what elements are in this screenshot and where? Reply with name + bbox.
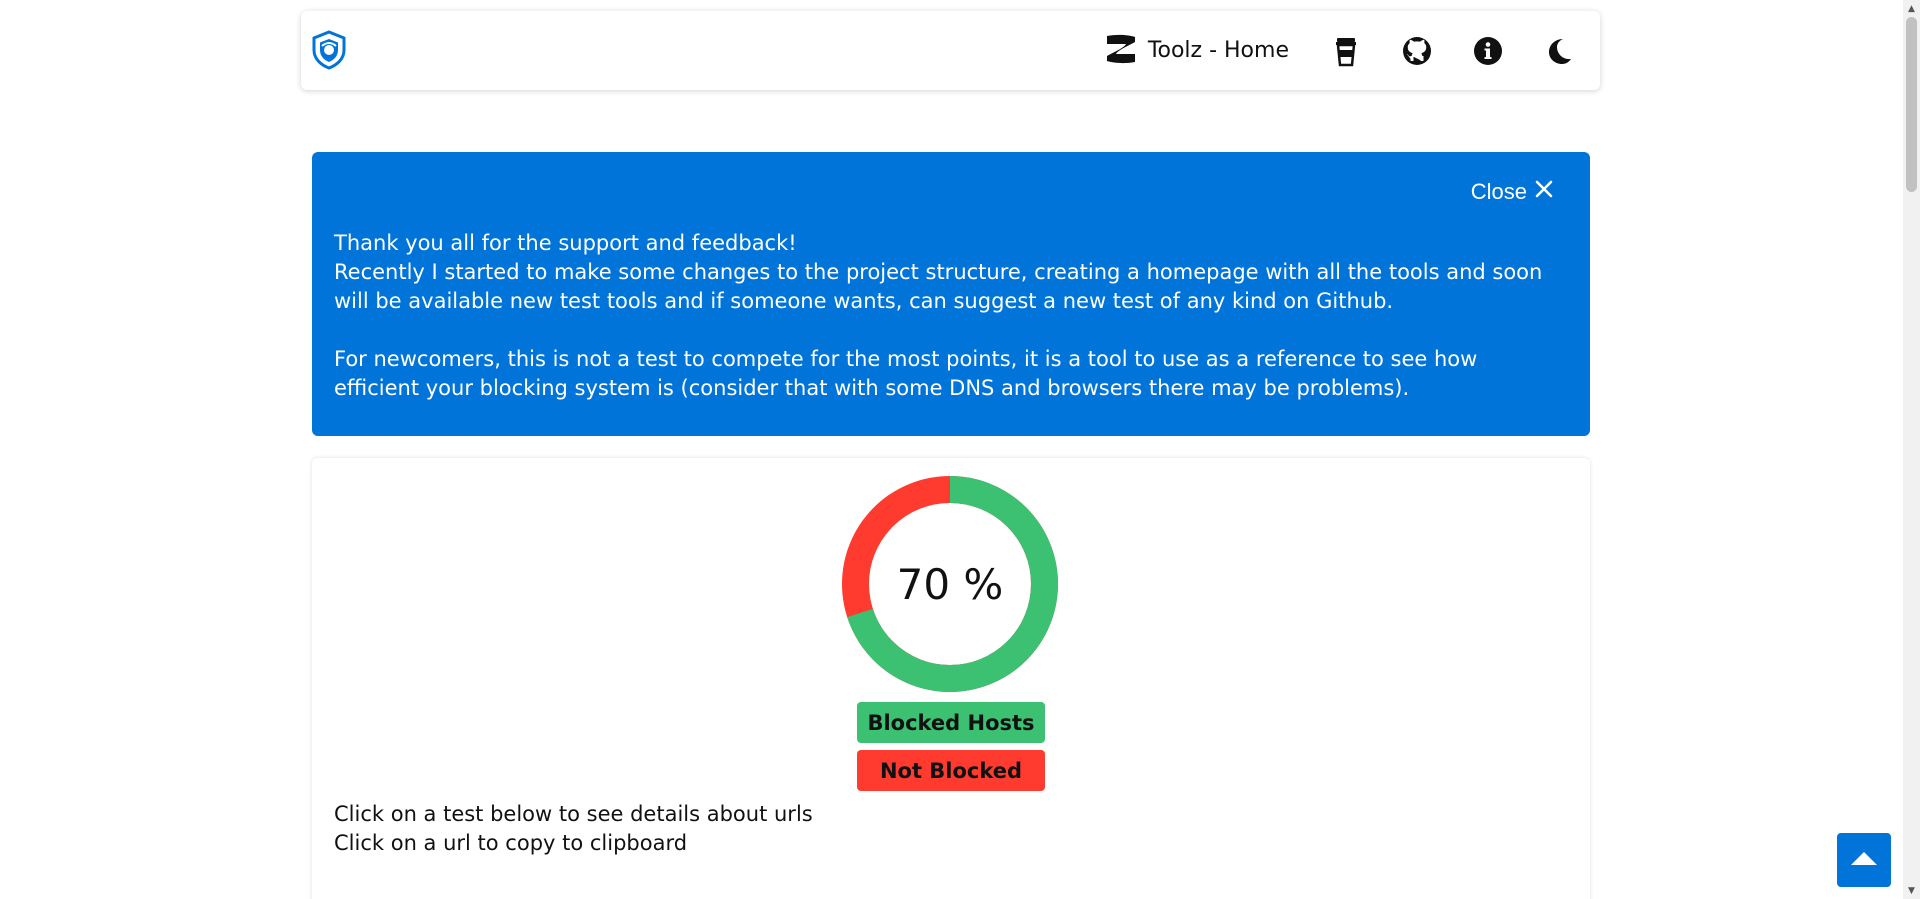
github-icon[interactable] bbox=[1398, 32, 1436, 70]
result-card: 70 % Blocked Hosts Not Blocked Click on … bbox=[312, 458, 1590, 899]
page-scrollbar[interactable]: ▲ ▼ bbox=[1903, 0, 1920, 899]
instruction-copy-url: Click on a url to copy to clipboard bbox=[334, 831, 688, 855]
blocked-hosts-button[interactable]: Blocked Hosts bbox=[857, 702, 1045, 743]
instruction-test-details: Click on a test below to see details abo… bbox=[334, 802, 813, 826]
score-percent: 70 % bbox=[896, 559, 1004, 609]
close-button[interactable]: Close bbox=[1471, 178, 1555, 206]
score-donut-chart: 70 % bbox=[842, 476, 1058, 692]
back-to-top-button[interactable] bbox=[1837, 833, 1891, 887]
close-icon bbox=[1533, 178, 1555, 206]
scroll-up-arrow-icon[interactable]: ▲ bbox=[1903, 0, 1920, 17]
shield-logo-icon[interactable] bbox=[310, 30, 348, 70]
banner-line-newcomers: For newcomers, this is not a test to com… bbox=[334, 347, 1478, 400]
toolz-home-link[interactable]: Toolz - Home bbox=[1104, 32, 1289, 70]
not-blocked-button[interactable]: Not Blocked bbox=[857, 750, 1045, 791]
close-label: Close bbox=[1470, 179, 1527, 204]
banner-message: Thank you all for the support and feedba… bbox=[334, 229, 1568, 403]
toolz-logo-icon bbox=[1104, 32, 1138, 70]
banner-line-changes: Recently I started to make some changes … bbox=[334, 260, 1543, 313]
scrollbar-thumb[interactable] bbox=[1906, 17, 1917, 192]
announcement-banner: Close Thank you all for the support and … bbox=[312, 152, 1590, 436]
coffee-cup-icon[interactable] bbox=[1327, 32, 1365, 70]
instructions: Click on a test below to see details abo… bbox=[334, 800, 813, 858]
scroll-down-arrow-icon[interactable]: ▼ bbox=[1903, 882, 1920, 899]
navbar: Toolz - Home bbox=[301, 11, 1600, 90]
banner-line-thanks: Thank you all for the support and feedba… bbox=[334, 231, 797, 255]
nav-links: Toolz - Home bbox=[1104, 11, 1578, 90]
arrow-up-icon bbox=[1849, 848, 1879, 872]
info-icon[interactable] bbox=[1469, 32, 1507, 70]
moon-icon[interactable] bbox=[1540, 32, 1578, 70]
toolz-home-label: Toolz - Home bbox=[1147, 38, 1289, 63]
